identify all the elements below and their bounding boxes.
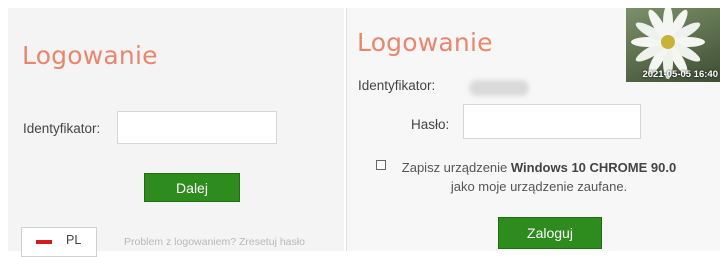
remember-suffix: jako moje urządzenie zaufane. <box>450 179 628 194</box>
password-input[interactable] <box>463 104 641 139</box>
language-code: PL <box>66 233 82 247</box>
login-button[interactable]: Zaloguj <box>498 217 602 249</box>
device-name: Windows 10 CHROME 90.0 <box>510 160 677 175</box>
identifier-input[interactable] <box>117 111 277 144</box>
login-title-left: Logowanie <box>22 41 158 70</box>
identifier-value-blurred <box>469 80 529 96</box>
photo-timestamp: 2021-05-05 16:40 <box>642 69 718 80</box>
login-title-right: Logowanie <box>357 28 493 57</box>
identifier-label-right: Identyfikator: <box>358 78 436 93</box>
security-image: 2021-05-05 16:40 <box>626 8 720 82</box>
password-label: Hasło: <box>411 117 450 132</box>
language-selector[interactable]: PL <box>21 227 97 257</box>
reset-password-link[interactable]: Problem z logowaniem? Zresetuj hasło <box>124 236 305 248</box>
next-button[interactable]: Dalej <box>144 173 240 202</box>
poland-flag-icon <box>36 240 52 244</box>
identifier-label-left: Identyfikator: <box>23 121 101 136</box>
remember-prefix: Zapisz urządzenie <box>401 160 511 175</box>
trusted-device-label[interactable]: Zapisz urządzenie Windows 10 CHROME 90.0… <box>376 158 702 196</box>
